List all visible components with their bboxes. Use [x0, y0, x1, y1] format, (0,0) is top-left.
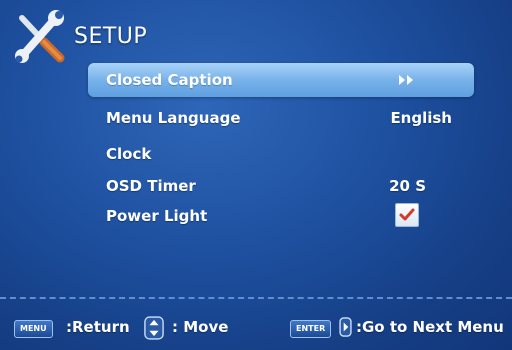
- menu-item-label: Closed Caption: [106, 71, 233, 89]
- menu-item-power-light[interactable]: Power Light: [88, 199, 474, 233]
- return-hint: :Return: [66, 318, 130, 336]
- power-light-checkbox[interactable]: [395, 203, 419, 227]
- menu-key-icon: MENU: [14, 320, 53, 338]
- up-down-key-icon: [144, 316, 164, 340]
- setup-menu: Closed Caption Menu Language English Clo…: [0, 0, 512, 240]
- footer-help-bar: MENU :Return : Move ENTER :Go to Next Me…: [0, 310, 512, 346]
- checkmark-icon: [399, 208, 415, 221]
- move-hint: : Move: [172, 318, 229, 336]
- next-menu-hint: :Go to Next Menu: [356, 318, 504, 336]
- menu-item-menu-language[interactable]: Menu Language English: [88, 101, 474, 135]
- menu-item-label: Menu Language: [106, 109, 241, 127]
- menu-item-label: OSD Timer: [106, 177, 196, 195]
- osd-timer-value: 20 S: [389, 177, 426, 195]
- right-key-icon: [339, 317, 352, 337]
- menu-item-label: Clock: [106, 145, 152, 163]
- menu-language-value: English: [390, 109, 452, 127]
- divider: [0, 297, 512, 299]
- menu-item-label: Power Light: [106, 207, 208, 225]
- double-arrow-right-icon: [399, 75, 413, 85]
- menu-item-closed-caption[interactable]: Closed Caption: [88, 63, 474, 97]
- setup-screen: SETUP Closed Caption Menu Language Engli…: [0, 0, 512, 350]
- menu-item-clock[interactable]: Clock: [88, 137, 474, 171]
- enter-key-icon: ENTER: [290, 320, 332, 338]
- menu-item-osd-timer[interactable]: OSD Timer 20 S: [88, 169, 474, 203]
